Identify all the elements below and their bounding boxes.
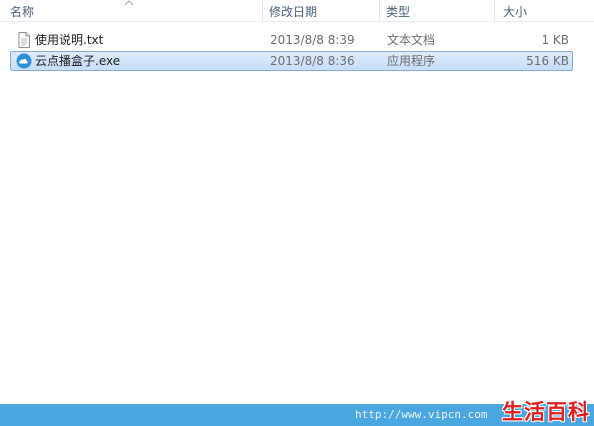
column-header-size[interactable]: 大小	[503, 4, 527, 20]
file-name: 云点播盒子.exe	[35, 54, 121, 68]
column-divider[interactable]	[494, 0, 495, 22]
cloud-app-icon	[16, 53, 32, 69]
column-header-name[interactable]: 名称	[10, 4, 34, 20]
file-type: 文本文档	[387, 33, 436, 47]
column-divider[interactable]	[379, 0, 380, 22]
file-name: 使用说明.txt	[35, 33, 104, 47]
column-header-bar: 名称 修改日期 类型 大小	[0, 0, 594, 22]
file-type: 应用程序	[387, 54, 436, 68]
column-divider[interactable]	[262, 0, 263, 22]
file-row-txt[interactable]: 使用说明.txt 2013/8/8 8:39 文本文档 1 KB	[10, 31, 573, 51]
file-modified: 2013/8/8 8:36	[270, 54, 355, 68]
header-divider	[0, 21, 594, 22]
sort-up-icon	[124, 0, 134, 6]
file-row-exe[interactable]: 云点播盒子.exe 2013/8/8 8:36 应用程序 516 KB	[10, 51, 573, 71]
watermark-text: 生活百科	[502, 400, 590, 424]
file-size: 1 KB	[541, 33, 569, 47]
column-header-modified[interactable]: 修改日期	[269, 4, 317, 20]
column-header-type[interactable]: 类型	[386, 4, 410, 20]
status-url-text: http://www.vipcn.com	[355, 408, 488, 421]
file-modified: 2013/8/8 8:39	[270, 33, 355, 47]
text-file-icon	[18, 32, 30, 48]
file-size: 516 KB	[526, 54, 569, 68]
